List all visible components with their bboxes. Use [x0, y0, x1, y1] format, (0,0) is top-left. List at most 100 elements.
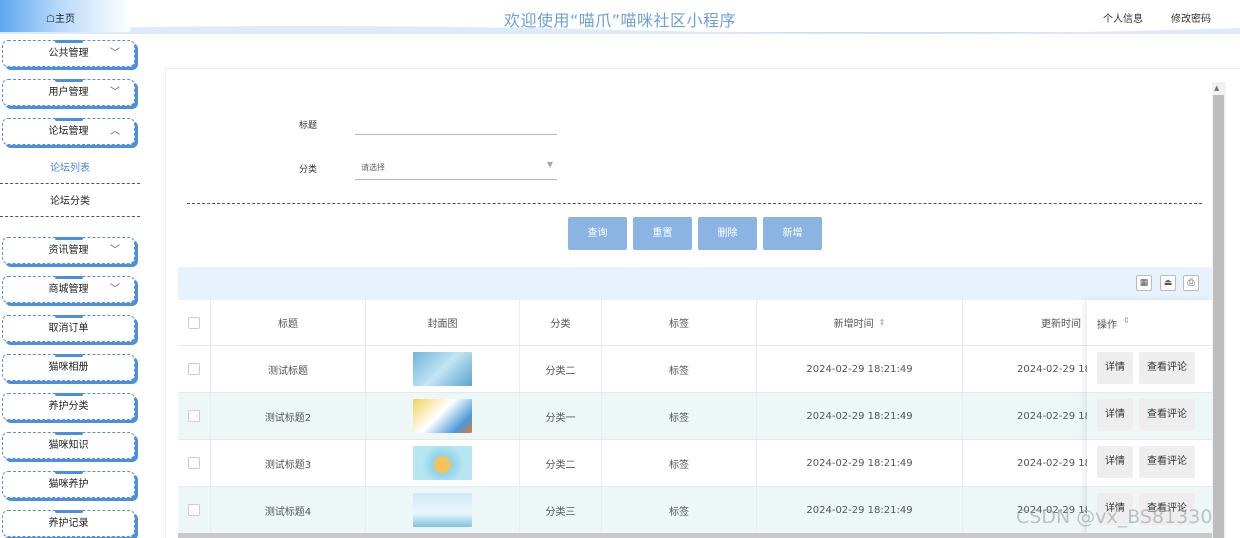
row-checkbox[interactable] — [188, 457, 200, 469]
sidebar-item-label: 资讯管理 — [48, 245, 89, 256]
tab-accent — [55, 510, 83, 513]
row-title: 测试标题 — [211, 346, 366, 392]
reset-button[interactable]: 重置 — [633, 217, 692, 250]
title-filter-label: 标题 — [299, 121, 318, 131]
tab-accent — [55, 393, 83, 396]
horizontal-scrollbar[interactable] — [178, 533, 1212, 538]
select-all-checkbox[interactable] — [188, 316, 200, 329]
row-checkbox[interactable] — [188, 410, 200, 422]
caret-down-icon: ▼ — [546, 160, 553, 169]
column-header-created[interactable]: 新增时间 ⇕ — [757, 300, 963, 345]
row-select-cell[interactable] — [178, 393, 211, 439]
print-icon[interactable]: ⎙ — [1183, 275, 1199, 291]
top-bar: ☖主页 欢迎使用“喵爪”喵咪社区小程序 个人信息 修改密码 — [0, 0, 1240, 34]
column-header-cover: 封面图 — [366, 300, 520, 345]
tab-accent — [55, 237, 83, 240]
profile-link[interactable]: 个人信息 — [1103, 10, 1143, 25]
column-header-created-label: 新增时间 — [833, 319, 874, 330]
sort-icon[interactable]: ⇕ — [879, 318, 886, 327]
sidebar-subitem-forum-list[interactable]: 论坛列表 — [0, 154, 140, 184]
title-search-input[interactable] — [355, 114, 557, 135]
sidebar-item-news[interactable]: 资讯管理 ﹀ — [2, 237, 135, 264]
chevron-down-icon: ﹀ — [110, 87, 120, 98]
category-select[interactable]: 请选择 ▼ — [355, 158, 557, 180]
cover-thumbnail — [413, 399, 472, 433]
chevron-up-icon: ︿ — [110, 126, 120, 137]
sidebar-item-cat-care[interactable]: 猫咪养护 — [2, 471, 135, 498]
row-created: 2024-02-29 18:21:49 — [757, 346, 963, 392]
sidebar-item-label: 猫咪知识 — [48, 440, 89, 451]
search-divider — [187, 203, 1202, 204]
sidebar-item-label: 用户管理 — [48, 87, 89, 98]
cover-thumbnail — [413, 446, 472, 480]
sidebar-item-label: 商城管理 — [48, 284, 89, 295]
columns-icon[interactable]: ▦ — [1136, 275, 1152, 291]
row-category: 分类二 — [520, 346, 602, 392]
view-comments-button[interactable]: 查看评论 — [1139, 352, 1195, 384]
export-icon[interactable]: ⏏ — [1160, 275, 1176, 291]
sidebar-item-care-records[interactable]: 养护记录 — [2, 510, 135, 537]
row-category: 分类一 — [520, 393, 602, 439]
sidebar-item-label: 养护分类 — [48, 401, 89, 412]
row-checkbox[interactable] — [188, 504, 200, 516]
detail-button[interactable]: 详情 — [1097, 352, 1133, 384]
view-comments-button[interactable]: 查看评论 — [1139, 399, 1195, 431]
sidebar-item-public[interactable]: 公共管理 ﹀ — [2, 40, 135, 67]
tab-accent — [55, 40, 83, 43]
add-button[interactable]: 新增 — [763, 217, 822, 250]
table-toolbar: ▦ ⏏ ⎙ — [178, 267, 1212, 300]
chevron-down-icon: ﹀ — [110, 245, 120, 256]
tab-accent — [55, 432, 83, 435]
sidebar-item-label: 猫咪相册 — [48, 362, 89, 373]
delete-button[interactable]: 删除 — [698, 217, 757, 250]
sidebar-item-label: 公共管理 — [48, 48, 89, 59]
row-category: 分类三 — [520, 487, 602, 533]
sidebar-item-cat-knowledge[interactable]: 猫咪知识 — [2, 432, 135, 459]
tab-accent — [55, 315, 83, 318]
view-comments-button[interactable]: 查看评论 — [1139, 446, 1195, 478]
chevron-down-icon: ﹀ — [110, 284, 120, 295]
table-row: 测试标题2 分类一 标签 2024-02-29 18:21:49 2024-02… — [178, 393, 1212, 440]
tab-accent — [55, 79, 83, 82]
category-filter-label: 分类 — [299, 165, 318, 175]
sidebar-subitem-forum-category[interactable]: 论坛分类 — [0, 187, 140, 217]
table-row: 测试标题3 分类二 标签 2024-02-29 18:21:49 2024-02… — [178, 440, 1212, 487]
sidebar-item-label: 取消订单 — [48, 323, 89, 334]
row-tag: 标签 — [602, 440, 757, 486]
sidebar-item-cancel-order[interactable]: 取消订单 — [2, 315, 135, 342]
watermark: CSDN @vx_BS81330 — [1016, 506, 1213, 528]
vertical-scrollbar[interactable]: ▲ — [1212, 82, 1226, 538]
scroll-up-icon[interactable]: ▲ — [1214, 84, 1219, 92]
tab-accent — [55, 471, 83, 474]
scrollbar-thumb[interactable] — [1213, 95, 1224, 538]
tab-accent — [55, 354, 83, 357]
row-title: 测试标题2 — [211, 393, 366, 439]
sidebar-item-label: 养护记录 — [48, 518, 89, 529]
row-created: 2024-02-29 18:21:49 — [757, 487, 963, 533]
sidebar-item-forum[interactable]: 论坛管理 ︿ — [2, 118, 135, 145]
table-header-row: 标题 封面图 分类 标签 新增时间 ⇕ 更新时间 — [178, 300, 1212, 346]
column-header-title: 标题 — [211, 300, 366, 345]
row-select-cell[interactable] — [178, 440, 211, 486]
row-select-cell[interactable] — [178, 346, 211, 392]
detail-button[interactable]: 详情 — [1097, 399, 1133, 431]
sidebar-item-users[interactable]: 用户管理 ﹀ — [2, 79, 135, 106]
sidebar-item-mall[interactable]: 商城管理 ﹀ — [2, 276, 135, 303]
row-title: 测试标题3 — [211, 440, 366, 486]
column-header-actions: 操作 — [1097, 320, 1117, 331]
cover-thumbnail — [413, 352, 472, 386]
row-checkbox[interactable] — [188, 363, 200, 375]
query-button[interactable]: 查询 — [568, 217, 627, 250]
sidebar-item-care-category[interactable]: 养护分类 — [2, 393, 135, 420]
row-cover-cell — [366, 487, 520, 533]
sidebar-item-label: 猫咪养护 — [48, 479, 89, 490]
change-password-link[interactable]: 修改密码 — [1171, 10, 1211, 25]
row-select-cell[interactable] — [178, 487, 211, 533]
row-cover-cell — [366, 393, 520, 439]
sort-icon[interactable]: ⇕ — [1123, 316, 1130, 325]
select-all-cell[interactable] — [178, 300, 211, 345]
column-header-category: 分类 — [520, 300, 602, 345]
row-category: 分类二 — [520, 440, 602, 486]
detail-button[interactable]: 详情 — [1097, 446, 1133, 478]
sidebar-item-cat-album[interactable]: 猫咪相册 — [2, 354, 135, 381]
